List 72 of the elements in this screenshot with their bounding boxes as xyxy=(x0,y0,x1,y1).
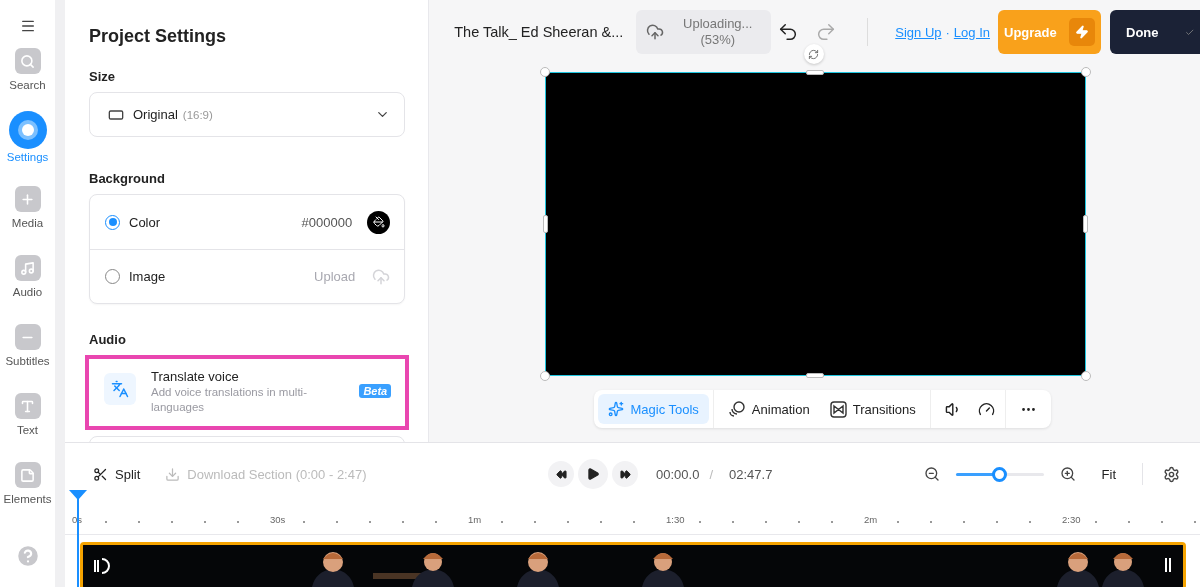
lightning-icon xyxy=(1068,18,1095,46)
total-time: 02:47.7 xyxy=(729,466,773,482)
translate-voice-card[interactable]: Translate voice Add voice translations in multi-languages Beta xyxy=(85,355,410,430)
panel-title: Project Settings xyxy=(89,26,228,47)
sidebar-item[interactable]: Search xyxy=(0,48,55,91)
done-button[interactable]: Done xyxy=(1110,10,1200,54)
toolbar-tab[interactable]: Transitions xyxy=(819,394,926,424)
rotate-icon[interactable] xyxy=(803,44,824,64)
rewind-icon xyxy=(555,468,567,480)
text-icon xyxy=(14,393,41,419)
sidebar-item[interactable]: Elements xyxy=(0,462,55,505)
current-time: 00:00.0 xyxy=(656,466,700,482)
upload-status: Uploading... (53%) xyxy=(636,10,772,54)
ruler-label: 30s xyxy=(270,514,287,525)
resize-handle[interactable] xyxy=(539,67,550,77)
option-label: Image xyxy=(129,269,166,284)
music-note-icon xyxy=(14,255,41,281)
playhead[interactable] xyxy=(69,490,87,587)
menu-icon[interactable] xyxy=(19,18,36,34)
section-label: Audio xyxy=(89,332,127,347)
resize-handle[interactable] xyxy=(1080,371,1091,381)
toolbar-tab[interactable]: Animation xyxy=(717,394,820,424)
trim-handle-icon[interactable] xyxy=(93,557,113,575)
fit-button[interactable]: Fit xyxy=(1101,466,1116,482)
beta-badge: Beta xyxy=(359,384,392,398)
card-description: Add voice translations in multi-languages xyxy=(151,385,308,415)
card-title: Translate voice xyxy=(151,369,240,384)
section-label: Size xyxy=(89,69,116,84)
sidebar-item[interactable]: Text xyxy=(0,393,55,436)
settings-icon xyxy=(8,111,47,149)
play-button[interactable] xyxy=(578,459,608,489)
zoom-in-icon[interactable] xyxy=(1059,466,1076,482)
zoom-out-icon[interactable] xyxy=(923,466,940,482)
search-icon xyxy=(14,48,41,74)
rewind-button[interactable] xyxy=(548,461,574,487)
sparkles-icon xyxy=(608,401,625,417)
split-button[interactable]: Split xyxy=(93,466,141,482)
section-label: Background xyxy=(89,171,166,186)
fast-forward-button[interactable] xyxy=(612,461,638,487)
link-separator: · xyxy=(945,24,950,40)
sidebar-item[interactable]: Subtitles xyxy=(0,324,55,367)
resize-handle[interactable] xyxy=(1080,67,1091,77)
fast-forward-icon xyxy=(619,468,631,480)
download-icon xyxy=(165,466,181,482)
ruler-label: 1:30 xyxy=(666,514,686,525)
project-title: The Talk_ Ed Sheeran &... xyxy=(454,24,624,40)
sticky-note-icon xyxy=(14,462,41,488)
plus-icon xyxy=(14,186,41,212)
color-value: #000000 xyxy=(301,214,353,230)
upload-icon xyxy=(372,267,391,286)
subtitles-icon xyxy=(14,324,41,350)
color-swatch[interactable] xyxy=(367,210,391,234)
play-icon xyxy=(586,467,600,481)
resize-handle[interactable] xyxy=(805,373,824,378)
resize-handle[interactable] xyxy=(805,70,824,75)
cloud-upload-icon xyxy=(646,23,665,41)
ruler-label: 1m xyxy=(468,514,483,525)
time-separator: / xyxy=(709,466,713,482)
sidebar-item[interactable]: Audio xyxy=(0,255,55,298)
ruler-label: 2m xyxy=(864,514,879,525)
sidebar-item[interactable]: Media xyxy=(0,186,55,229)
transition-icon xyxy=(829,400,847,418)
size-dropdown[interactable]: Original (16:9) xyxy=(89,92,406,137)
ruler-label: 2:30 xyxy=(1062,514,1082,525)
translate-icon xyxy=(104,373,136,405)
scissors-icon xyxy=(93,466,108,482)
resize-handle[interactable] xyxy=(539,371,550,381)
animation-icon xyxy=(727,400,746,418)
option-label: Color xyxy=(129,214,161,230)
resize-handle[interactable] xyxy=(1082,215,1088,233)
settings-icon[interactable] xyxy=(1163,465,1180,483)
resize-handle[interactable] xyxy=(542,215,548,233)
